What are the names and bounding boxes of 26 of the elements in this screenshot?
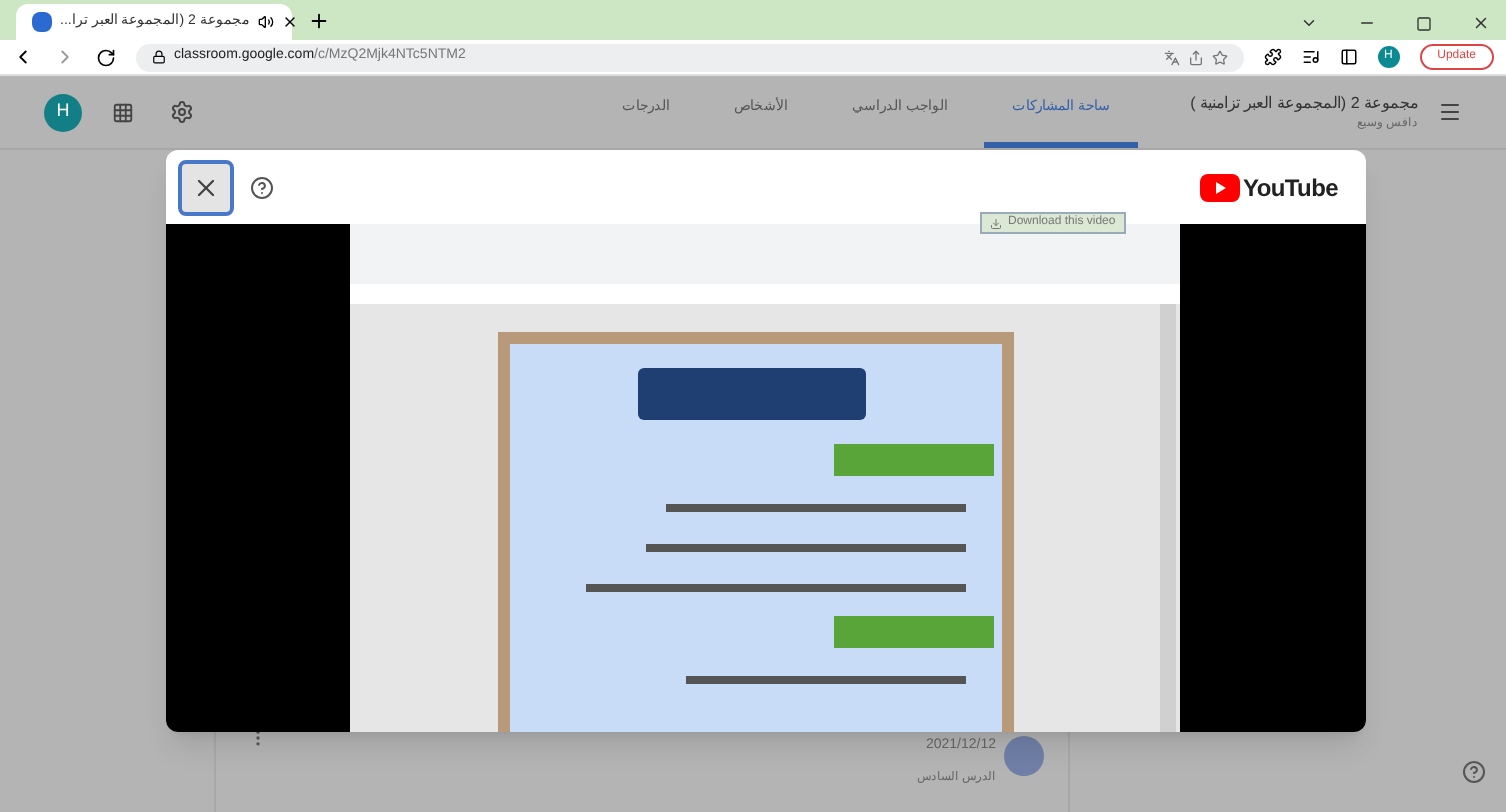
youtube-logo: YouTube	[1199, 169, 1338, 205]
menu-icon[interactable]	[1438, 100, 1462, 124]
share-icon[interactable]	[1187, 49, 1204, 65]
restore-icon[interactable]	[1416, 15, 1432, 31]
close-icon[interactable]	[281, 14, 298, 30]
new-tab-icon[interactable]	[308, 10, 330, 32]
side-panel-icon[interactable]	[1339, 48, 1358, 66]
class-title: مجموعة 2 (المجموعة العبر تزامنية )	[1190, 91, 1418, 115]
chevron-down-icon[interactable]	[1300, 14, 1318, 32]
help-icon[interactable]	[1462, 760, 1486, 784]
close-button[interactable]	[178, 159, 234, 215]
user-avatar[interactable]: H	[44, 93, 82, 131]
close-icon[interactable]	[1472, 14, 1490, 32]
reload-icon[interactable]	[96, 47, 116, 67]
lock-icon	[152, 50, 166, 64]
translate-icon[interactable]	[1163, 49, 1180, 65]
play-icon	[1199, 173, 1240, 201]
settings-icon[interactable]	[170, 100, 194, 124]
speaker-icon	[257, 14, 274, 30]
media-queue-icon[interactable]	[1301, 48, 1320, 66]
apps-grid-icon[interactable]	[112, 101, 134, 123]
author-avatar	[1004, 736, 1044, 776]
extensions-icon[interactable]	[1263, 48, 1282, 66]
bookmark-star-icon[interactable]	[1211, 49, 1228, 65]
classroom-icon	[32, 12, 52, 32]
help-icon[interactable]	[250, 175, 274, 199]
